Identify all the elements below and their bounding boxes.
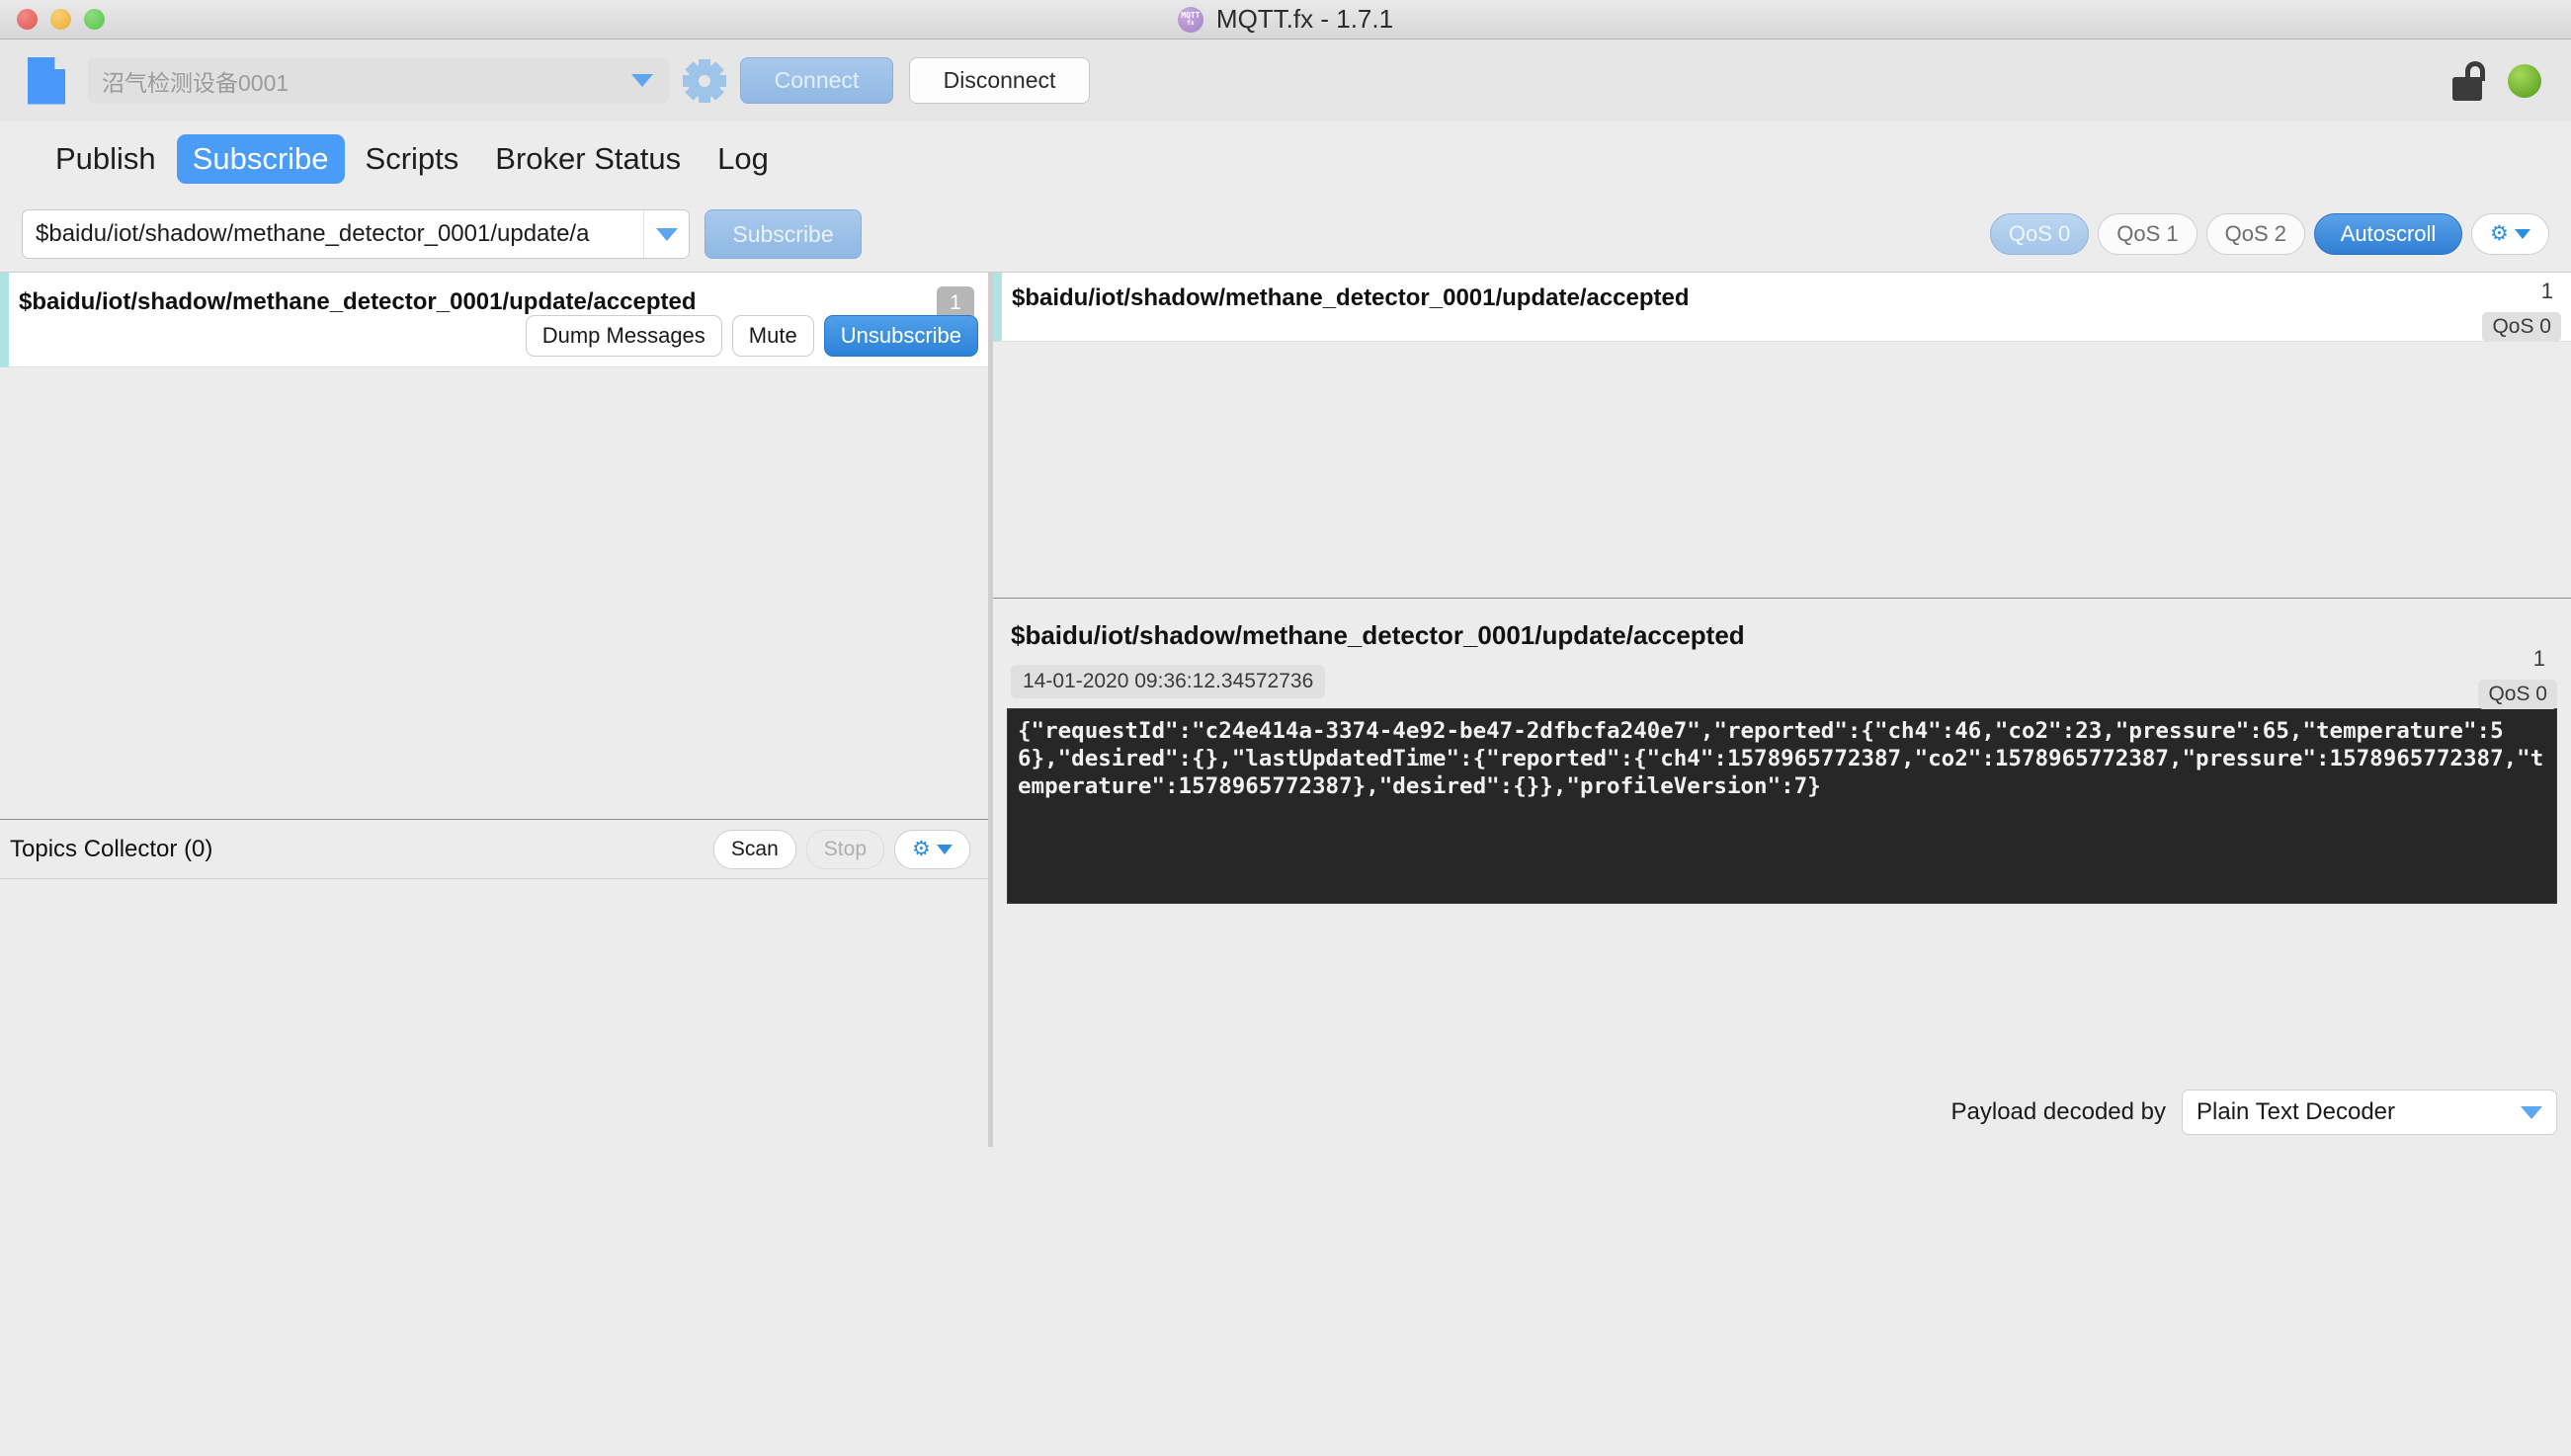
- connect-button[interactable]: Connect: [740, 57, 893, 104]
- app-icon-top-text: MQTT: [1181, 10, 1201, 20]
- app-icon-bottom-text: fx: [1187, 19, 1195, 27]
- subscribe-topic-value: $baidu/iot/shadow/methane_detector_0001/…: [36, 220, 590, 247]
- autoscroll-toggle[interactable]: Autoscroll: [2314, 213, 2462, 255]
- chevron-down-icon: [631, 74, 653, 87]
- disconnect-button[interactable]: Disconnect: [909, 57, 1090, 104]
- topics-collector-body: [0, 879, 988, 1147]
- chevron-down-icon: [2521, 1105, 2542, 1119]
- topics-collector-actions: Scan Stop ⚙: [712, 829, 970, 869]
- chevron-down-icon: [655, 227, 678, 241]
- payload-decoder-label: Payload decoded by: [1950, 1098, 2167, 1125]
- connection-status-indicator: [2508, 63, 2541, 98]
- unsubscribe-button[interactable]: Unsubscribe: [823, 315, 978, 357]
- topics-collector-label: Topics Collector (0): [10, 835, 213, 862]
- qos-0-button[interactable]: QoS 0: [1989, 213, 2090, 255]
- subscribe-main-area: $baidu/iot/shadow/methane_detector_0001/…: [0, 272, 2571, 1147]
- connection-settings-button[interactable]: [685, 61, 724, 101]
- payload-decoder-group: Payload decoded by Plain Text Decoder: [1950, 1090, 2557, 1135]
- main-toolbar: 沼气检测设备0001 Connect Disconnect: [0, 40, 2571, 121]
- message-index: 1: [2540, 279, 2553, 303]
- window-title-group: MQTT fx MQTT.fx - 1.7.1: [0, 4, 2571, 35]
- subscription-row[interactable]: $baidu/iot/shadow/methane_detector_0001/…: [0, 273, 988, 367]
- detail-index: 1: [2532, 646, 2545, 671]
- tab-publish[interactable]: Publish: [40, 134, 172, 184]
- chevron-down-icon: [937, 844, 953, 854]
- detail-timestamp: 14-01-2020 09:36:12.34572736: [1011, 665, 1326, 698]
- connection-profile-value: 沼气检测设备0001: [102, 69, 290, 96]
- message-row[interactable]: $baidu/iot/shadow/methane_detector_0001/…: [993, 273, 2571, 342]
- dump-messages-button[interactable]: Dump Messages: [525, 315, 722, 357]
- messages-list: $baidu/iot/shadow/methane_detector_0001/…: [993, 273, 2571, 599]
- subscription-topic: $baidu/iot/shadow/methane_detector_0001/…: [19, 288, 697, 315]
- scan-button[interactable]: Scan: [712, 829, 796, 869]
- qos-2-button[interactable]: QoS 2: [2205, 213, 2305, 255]
- detail-topic: $baidu/iot/shadow/methane_detector_0001/…: [1011, 620, 1745, 650]
- payload-viewer[interactable]: {"requestId":"c24e414a-3374-4e92-be47-2d…: [1007, 708, 2557, 904]
- tab-log[interactable]: Log: [702, 134, 785, 184]
- topic-history-dropdown-button[interactable]: [643, 210, 689, 258]
- window-title: MQTT.fx - 1.7.1: [1215, 4, 1394, 34]
- subscriptions-list: $baidu/iot/shadow/methane_detector_0001/…: [0, 273, 988, 820]
- subscribe-settings-menu-button[interactable]: ⚙: [2471, 213, 2549, 255]
- left-panel: $baidu/iot/shadow/methane_detector_0001/…: [0, 273, 988, 1147]
- mute-button[interactable]: Mute: [731, 315, 814, 357]
- stop-button: Stop: [805, 829, 884, 869]
- message-detail-panel: $baidu/iot/shadow/methane_detector_0001/…: [993, 599, 2571, 1147]
- mqttfx-app-icon: MQTT fx: [1177, 6, 1203, 33]
- topics-collector-settings-button[interactable]: ⚙: [894, 829, 970, 869]
- subscribe-topic-input[interactable]: $baidu/iot/shadow/methane_detector_0001/…: [22, 209, 690, 259]
- chevron-down-icon: [2515, 229, 2530, 239]
- subscribe-button[interactable]: Subscribe: [705, 209, 862, 259]
- gear-icon: ⚙: [912, 837, 931, 860]
- message-topic: $baidu/iot/shadow/methane_detector_0001/…: [1012, 284, 1690, 311]
- message-qos-badge: QoS 0: [2482, 312, 2561, 342]
- toolbar-status-group: [2452, 60, 2541, 101]
- unlocked-padlock-icon[interactable]: [2452, 60, 2486, 101]
- document-icon: [28, 56, 65, 105]
- topics-collector-header: Topics Collector (0) Scan Stop ⚙: [0, 820, 988, 879]
- tab-scripts[interactable]: Scripts: [350, 134, 475, 184]
- tab-subscribe[interactable]: Subscribe: [176, 134, 345, 184]
- subscription-actions: Dump Messages Mute Unsubscribe: [525, 315, 978, 357]
- gear-icon: [688, 63, 721, 98]
- detail-qos-badge: QoS 0: [2478, 680, 2557, 709]
- qos-1-button[interactable]: QoS 1: [2098, 213, 2198, 255]
- window-titlebar: MQTT fx MQTT.fx - 1.7.1: [0, 0, 2571, 40]
- subscribe-options-group: QoS 0 QoS 1 QoS 2 Autoscroll ⚙: [1989, 213, 2549, 255]
- main-tabs: Publish Subscribe Scripts Broker Status …: [0, 121, 2571, 197]
- payload-decoder-value: Plain Text Decoder: [2197, 1098, 2395, 1125]
- connection-profile-select[interactable]: 沼气检测设备0001: [88, 57, 669, 104]
- gear-icon: ⚙: [2490, 222, 2509, 245]
- subscribe-toolbar: $baidu/iot/shadow/methane_detector_0001/…: [0, 197, 2571, 272]
- payload-decoder-select[interactable]: Plain Text Decoder: [2182, 1090, 2557, 1135]
- tab-broker-status[interactable]: Broker Status: [479, 134, 697, 184]
- right-panel: $baidu/iot/shadow/methane_detector_0001/…: [993, 273, 2571, 1147]
